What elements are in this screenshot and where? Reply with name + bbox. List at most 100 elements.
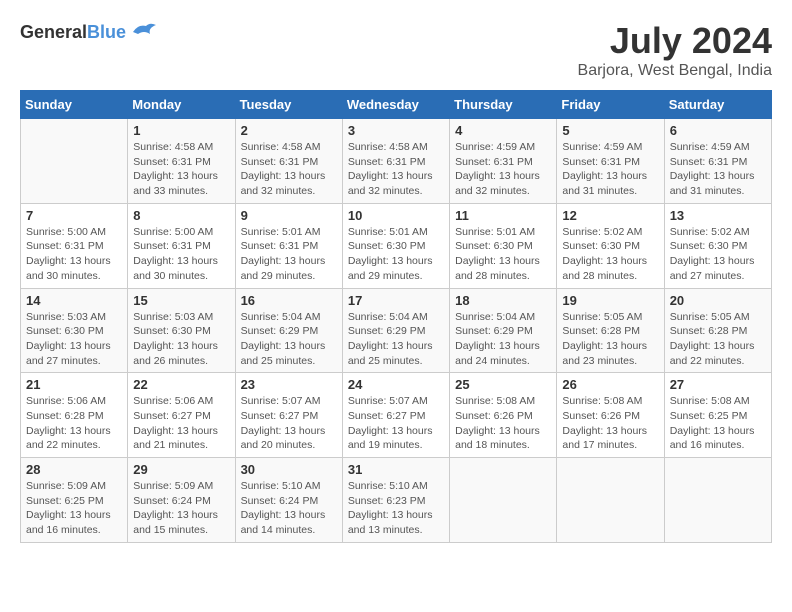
day-detail: Sunrise: 5:06 AM Sunset: 6:27 PM Dayligh… (133, 394, 229, 453)
day-number: 12 (562, 208, 658, 223)
day-number: 10 (348, 208, 444, 223)
calendar-cell: 7 Sunrise: 5:00 AM Sunset: 6:31 PM Daylig… (21, 203, 128, 288)
day-number: 30 (241, 462, 337, 477)
day-detail: Sunrise: 5:04 AM Sunset: 6:29 PM Dayligh… (241, 310, 337, 369)
day-detail: Sunrise: 5:00 AM Sunset: 6:31 PM Dayligh… (133, 225, 229, 284)
day-detail: Sunrise: 4:58 AM Sunset: 6:31 PM Dayligh… (133, 140, 229, 199)
day-detail: Sunrise: 5:00 AM Sunset: 6:31 PM Dayligh… (26, 225, 122, 284)
day-detail: Sunrise: 4:59 AM Sunset: 6:31 PM Dayligh… (455, 140, 551, 199)
logo-text: GeneralBlue (20, 22, 126, 43)
calendar-cell: 29Sunrise: 5:09 AM Sunset: 6:24 PM Dayli… (128, 458, 235, 543)
day-number: 2 (241, 123, 337, 138)
day-detail: Sunrise: 5:08 AM Sunset: 6:26 PM Dayligh… (562, 394, 658, 453)
day-number: 17 (348, 293, 444, 308)
day-detail: Sunrise: 5:03 AM Sunset: 6:30 PM Dayligh… (26, 310, 122, 369)
day-number: 31 (348, 462, 444, 477)
day-detail: Sunrise: 5:02 AM Sunset: 6:30 PM Dayligh… (562, 225, 658, 284)
day-of-week-header: Wednesday (342, 91, 449, 119)
calendar-cell: 11 Sunrise: 5:01 AM Sunset: 6:30 PM Dayli… (450, 203, 557, 288)
day-detail: Sunrise: 4:58 AM Sunset: 6:31 PM Dayligh… (241, 140, 337, 199)
calendar-cell (664, 458, 771, 543)
calendar-cell (21, 119, 128, 204)
calendar-cell: 30 Sunrise: 5:10 AM Sunset: 6:24 PM Dayli… (235, 458, 342, 543)
day-number: 6 (670, 123, 766, 138)
day-detail: Sunrise: 5:05 AM Sunset: 6:28 PM Dayligh… (562, 310, 658, 369)
day-detail: Sunrise: 5:01 AM Sunset: 6:31 PM Dayligh… (241, 225, 337, 284)
day-number: 28 (26, 462, 122, 477)
day-number: 15 (133, 293, 229, 308)
calendar-cell: 10 Sunrise: 5:01 AM Sunset: 6:30 PM Dayli… (342, 203, 449, 288)
day-number: 11 (455, 208, 551, 223)
day-number: 24 (348, 377, 444, 392)
day-detail: Sunrise: 5:01 AM Sunset: 6:30 PM Dayligh… (455, 225, 551, 284)
calendar-cell: 18 Sunrise: 5:04 AM Sunset: 6:29 PM Dayli… (450, 288, 557, 373)
day-detail: Sunrise: 5:10 AM Sunset: 6:24 PM Dayligh… (241, 479, 337, 538)
day-detail: Sunrise: 5:10 AM Sunset: 6:23 PM Dayligh… (348, 479, 444, 538)
calendar-cell: 26 Sunrise: 5:08 AM Sunset: 6:26 PM Dayli… (557, 373, 664, 458)
day-of-week-header: Friday (557, 91, 664, 119)
day-of-week-header: Saturday (664, 91, 771, 119)
day-detail: Sunrise: 5:06 AM Sunset: 6:28 PM Dayligh… (26, 394, 122, 453)
calendar-cell: 23Sunrise: 5:07 AM Sunset: 6:27 PM Dayli… (235, 373, 342, 458)
calendar-cell: 6 Sunrise: 4:59 AM Sunset: 6:31 PM Daylig… (664, 119, 771, 204)
calendar-week-row: 1 Sunrise: 4:58 AM Sunset: 6:31 PM Daylig… (21, 119, 772, 204)
title-area: July 2024 Barjora, West Bengal, India (578, 20, 772, 80)
calendar-cell: 20Sunrise: 5:05 AM Sunset: 6:28 PM Dayli… (664, 288, 771, 373)
day-detail: Sunrise: 4:58 AM Sunset: 6:31 PM Dayligh… (348, 140, 444, 199)
calendar-week-row: 21 Sunrise: 5:06 AM Sunset: 6:28 PM Dayli… (21, 373, 772, 458)
day-of-week-header: Thursday (450, 91, 557, 119)
calendar-cell: 4 Sunrise: 4:59 AM Sunset: 6:31 PM Daylig… (450, 119, 557, 204)
day-detail: Sunrise: 5:02 AM Sunset: 6:30 PM Dayligh… (670, 225, 766, 284)
day-detail: Sunrise: 5:08 AM Sunset: 6:26 PM Dayligh… (455, 394, 551, 453)
calendar-cell: 15 Sunrise: 5:03 AM Sunset: 6:30 PM Dayli… (128, 288, 235, 373)
day-detail: Sunrise: 5:01 AM Sunset: 6:30 PM Dayligh… (348, 225, 444, 284)
day-number: 1 (133, 123, 229, 138)
calendar-cell: 19 Sunrise: 5:05 AM Sunset: 6:28 PM Dayli… (557, 288, 664, 373)
day-number: 4 (455, 123, 551, 138)
day-detail: Sunrise: 4:59 AM Sunset: 6:31 PM Dayligh… (562, 140, 658, 199)
calendar-cell: 13Sunrise: 5:02 AM Sunset: 6:30 PM Dayli… (664, 203, 771, 288)
day-detail: Sunrise: 4:59 AM Sunset: 6:31 PM Dayligh… (670, 140, 766, 199)
day-detail: Sunrise: 5:04 AM Sunset: 6:29 PM Dayligh… (348, 310, 444, 369)
day-of-week-header: Sunday (21, 91, 128, 119)
calendar-cell: 28Sunrise: 5:09 AM Sunset: 6:25 PM Dayli… (21, 458, 128, 543)
calendar-cell: 21 Sunrise: 5:06 AM Sunset: 6:28 PM Dayli… (21, 373, 128, 458)
calendar-cell: 5 Sunrise: 4:59 AM Sunset: 6:31 PM Daylig… (557, 119, 664, 204)
calendar-cell: 22 Sunrise: 5:06 AM Sunset: 6:27 PM Dayli… (128, 373, 235, 458)
calendar-cell: 31 Sunrise: 5:10 AM Sunset: 6:23 PM Dayli… (342, 458, 449, 543)
day-number: 3 (348, 123, 444, 138)
day-number: 22 (133, 377, 229, 392)
day-number: 8 (133, 208, 229, 223)
day-number: 14 (26, 293, 122, 308)
day-number: 9 (241, 208, 337, 223)
day-of-week-header: Monday (128, 91, 235, 119)
days-of-week-row: SundayMondayTuesdayWednesdayThursdayFrid… (21, 91, 772, 119)
calendar-cell: 12 Sunrise: 5:02 AM Sunset: 6:30 PM Dayli… (557, 203, 664, 288)
day-number: 18 (455, 293, 551, 308)
calendar-cell: 2 Sunrise: 4:58 AM Sunset: 6:31 PM Daylig… (235, 119, 342, 204)
calendar-table: SundayMondayTuesdayWednesdayThursdayFrid… (20, 90, 772, 543)
calendar-week-row: 14 Sunrise: 5:03 AM Sunset: 6:30 PM Dayli… (21, 288, 772, 373)
day-number: 25 (455, 377, 551, 392)
day-detail: Sunrise: 5:09 AM Sunset: 6:24 PM Dayligh… (133, 479, 229, 538)
calendar-cell: 8 Sunrise: 5:00 AM Sunset: 6:31 PM Daylig… (128, 203, 235, 288)
day-number: 16 (241, 293, 337, 308)
day-number: 5 (562, 123, 658, 138)
day-number: 20 (670, 293, 766, 308)
day-number: 19 (562, 293, 658, 308)
day-number: 21 (26, 377, 122, 392)
day-of-week-header: Tuesday (235, 91, 342, 119)
calendar-body: 1 Sunrise: 4:58 AM Sunset: 6:31 PM Daylig… (21, 119, 772, 543)
day-number: 7 (26, 208, 122, 223)
calendar-cell: 27Sunrise: 5:08 AM Sunset: 6:25 PM Dayli… (664, 373, 771, 458)
calendar-week-row: 7 Sunrise: 5:00 AM Sunset: 6:31 PM Daylig… (21, 203, 772, 288)
day-number: 26 (562, 377, 658, 392)
page-header: GeneralBlue July 2024 Barjora, West Beng… (20, 20, 772, 80)
day-detail: Sunrise: 5:04 AM Sunset: 6:29 PM Dayligh… (455, 310, 551, 369)
calendar-cell (450, 458, 557, 543)
month-title: July 2024 (578, 20, 772, 62)
day-detail: Sunrise: 5:03 AM Sunset: 6:30 PM Dayligh… (133, 310, 229, 369)
calendar-header: SundayMondayTuesdayWednesdayThursdayFrid… (21, 91, 772, 119)
day-detail: Sunrise: 5:08 AM Sunset: 6:25 PM Dayligh… (670, 394, 766, 453)
calendar-cell: 1 Sunrise: 4:58 AM Sunset: 6:31 PM Daylig… (128, 119, 235, 204)
